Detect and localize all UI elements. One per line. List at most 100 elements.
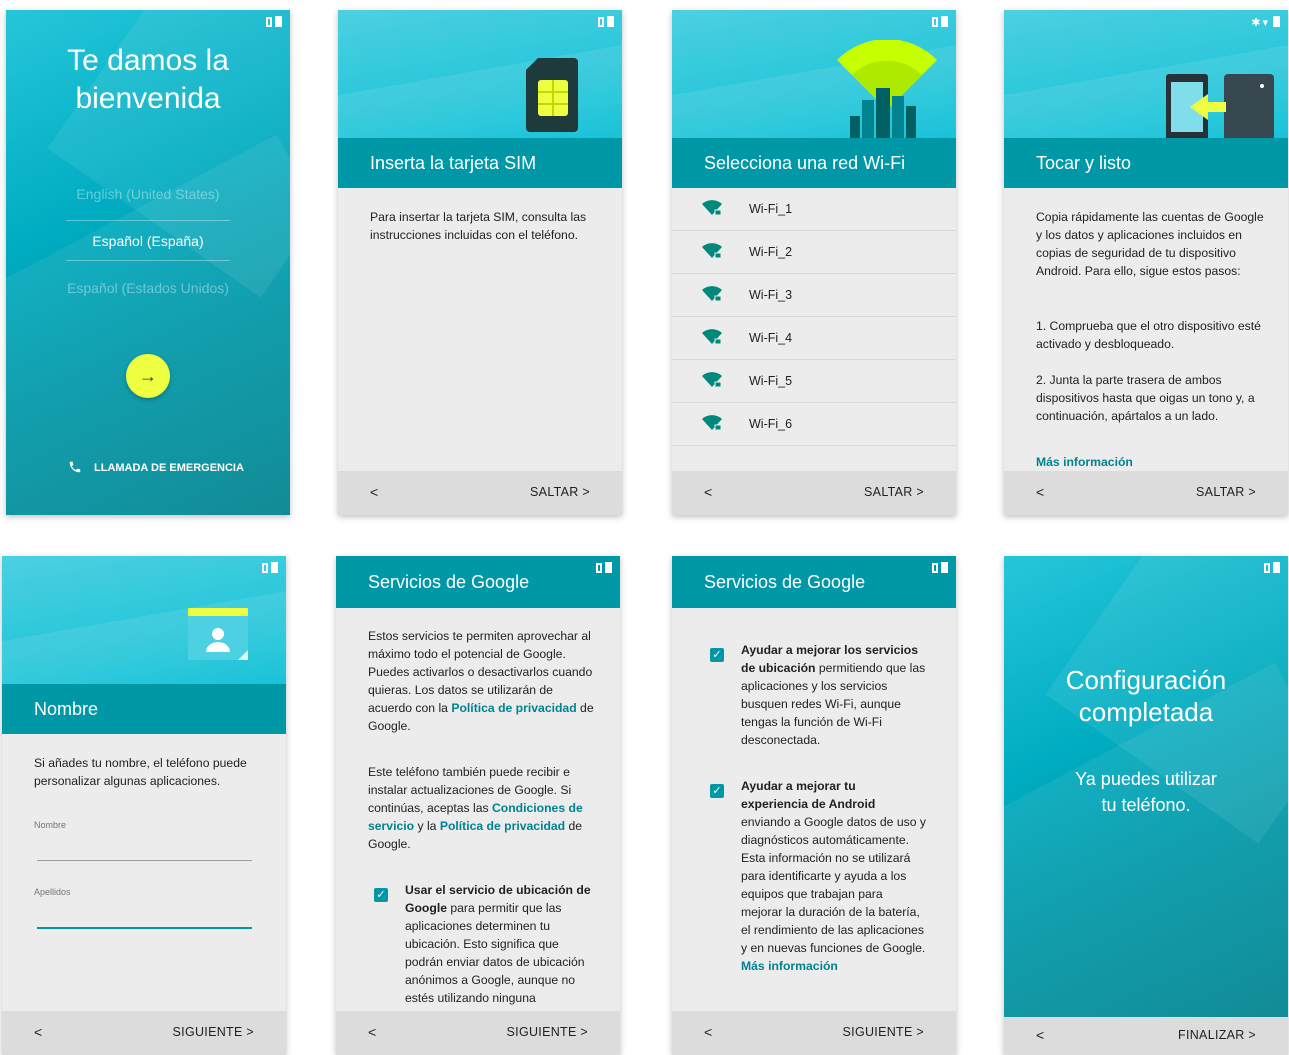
tap-and-go-description: Copia rápidamente las cuentas de Google … [1036, 210, 1264, 278]
screen-insert-sim: Inserta la tarjeta SIM Para insertar la … [338, 10, 622, 515]
header-illustration [338, 10, 622, 138]
more-info-link[interactable]: Más información [1036, 453, 1264, 471]
language-option-en-us[interactable]: English (United States) [6, 186, 290, 202]
next-button[interactable]: SIGUIENTE > [507, 1025, 588, 1039]
battery-icon [1273, 562, 1280, 573]
wifi-locked-icon [702, 329, 722, 345]
back-button[interactable]: < [1036, 484, 1044, 500]
last-name-input[interactable] [37, 927, 252, 929]
wifi-locked-icon [702, 200, 722, 216]
location-service-text: para permitir que las aplicaciones deter… [405, 901, 585, 1005]
battery-icon [605, 562, 612, 573]
status-bar: ✱▾ [1251, 16, 1280, 29]
back-button[interactable]: < [1036, 1027, 1044, 1043]
screen-setup-complete: Configuración completada Ya puedes utili… [1004, 556, 1288, 1055]
last-name-label: Apellidos [34, 887, 71, 897]
skip-button[interactable]: SALTAR > [1196, 485, 1256, 499]
status-bar [598, 16, 614, 29]
wifi-network-name: Wi-Fi_6 [749, 417, 793, 431]
page-title: Inserta la tarjeta SIM [338, 138, 622, 188]
status-bar [1264, 562, 1280, 575]
page-title: Nombre [2, 684, 286, 734]
improve-android-text: enviando a Google datos de uso y diagnós… [741, 815, 926, 955]
location-service-checkbox[interactable]: ✓ [374, 888, 388, 902]
wifi-network-name: Wi-Fi_3 [749, 288, 793, 302]
services-intro: Estos servicios te permiten aprovechar a… [368, 627, 596, 735]
bottom-nav: < SALTAR > [672, 471, 956, 515]
next-button[interactable]: SIGUIENTE > [173, 1025, 254, 1039]
screen-google-services-2: información Servicios de Google ✓ Ayudar… [672, 556, 956, 1055]
screen-welcome: Te damos la bienvenida English (United S… [6, 10, 290, 515]
language-option-es-us[interactable]: Español (Estados Unidos) [6, 280, 290, 296]
wifi-locked-icon [702, 286, 722, 302]
wifi-locked-icon [702, 372, 722, 388]
back-button[interactable]: < [34, 1024, 42, 1040]
header-illustration [672, 10, 956, 138]
back-button[interactable]: < [704, 1024, 712, 1040]
step-two: 2. Junta la parte trasera de ambos dispo… [1036, 373, 1255, 423]
wifi-network-item[interactable]: Wi-Fi_1 [672, 188, 956, 231]
status-bar [262, 562, 278, 575]
welcome-title: Te damos la bienvenida [67, 44, 229, 115]
page-title: Servicios de Google [336, 556, 620, 608]
header-illustration [2, 556, 286, 684]
emergency-call-button[interactable]: LLAMADA DE EMERGENCIA [68, 461, 244, 474]
battery-icon [607, 16, 614, 27]
more-info-link[interactable]: Más información [741, 959, 838, 973]
device-transfer-illustration [1166, 74, 1274, 138]
back-button[interactable]: < [704, 484, 712, 500]
step-one: 1. Comprueba que el otro dispositivo est… [1036, 319, 1261, 351]
contact-card-illustration [188, 608, 248, 660]
status-bar [266, 16, 282, 29]
wifi-network-item[interactable]: Wi-Fi_2 [672, 231, 956, 274]
phone-icon [69, 461, 81, 473]
battery-icon [1273, 16, 1280, 27]
next-button[interactable]: SIGUIENTE > [843, 1025, 924, 1039]
wifi-network-item[interactable]: Wi-Fi_4 [672, 317, 956, 360]
improve-android-checkbox[interactable]: ✓ [710, 784, 724, 798]
screen-select-wifi: Selecciona una red Wi-Fi Wi-Fi_1 Wi-Fi_2… [672, 10, 956, 515]
updates-notice-text-mid: y la [414, 819, 440, 833]
wifi-network-item[interactable]: Wi-Fi_5 [672, 360, 956, 403]
skip-button[interactable]: SALTAR > [864, 485, 924, 499]
language-option-es-es[interactable]: Español (España) [6, 233, 290, 249]
page-title: Tocar y listo [1004, 138, 1288, 188]
bottom-nav: < SIGUIENTE > [672, 1011, 956, 1055]
improve-android-title: Ayudar a mejorar tu experiencia de Andro… [741, 779, 876, 811]
wifi-locked-icon [702, 415, 722, 431]
battery-icon [271, 562, 278, 573]
back-button[interactable]: < [368, 1024, 376, 1040]
wifi-signal-icon: ▾ [1262, 17, 1270, 29]
skip-button[interactable]: SALTAR > [530, 485, 590, 499]
bottom-nav: < FINALIZAR > [1004, 1017, 1288, 1055]
battery-icon [275, 16, 282, 27]
status-bar [932, 16, 948, 29]
wifi-locked-icon [702, 243, 722, 259]
complete-background: Configuración completada Ya puedes utili… [1004, 556, 1288, 1017]
sim-instructions: Para insertar la tarjeta SIM, consulta l… [370, 210, 587, 242]
wifi-network-item[interactable]: Wi-Fi_3 [672, 274, 956, 317]
location-service-description: Usar el servicio de ubicación de Google … [405, 881, 594, 1005]
header-illustration [1004, 10, 1288, 138]
battery-icon [941, 16, 948, 27]
privacy-policy-link[interactable]: Política de privacidad [451, 701, 576, 715]
vibrate-icon [598, 17, 604, 27]
finish-button[interactable]: FINALIZAR > [1178, 1028, 1256, 1042]
page-title: Selecciona una red Wi-Fi [672, 138, 956, 188]
back-button[interactable]: < [370, 484, 378, 500]
setup-complete-title: Configuración completada [1065, 665, 1227, 727]
wifi-city-illustration [837, 40, 937, 138]
wifi-network-item[interactable]: Wi-Fi_6 [672, 403, 956, 446]
page-title: Servicios de Google [672, 556, 956, 608]
first-name-label: Nombre [34, 820, 67, 830]
improve-location-checkbox[interactable]: ✓ [710, 648, 724, 662]
privacy-policy-link[interactable]: Política de privacidad [440, 819, 565, 833]
next-arrow-button[interactable]: → [126, 354, 170, 398]
emergency-call-label: LLAMADA DE EMERGENCIA [94, 462, 244, 474]
status-bar [932, 562, 948, 575]
bottom-nav: < SALTAR > [1004, 471, 1288, 515]
first-name-input[interactable] [37, 860, 252, 861]
vibrate-icon [596, 563, 602, 573]
name-description: Si añades tu nombre, el teléfono puede p… [34, 756, 247, 788]
arrow-right-icon: → [139, 366, 157, 386]
